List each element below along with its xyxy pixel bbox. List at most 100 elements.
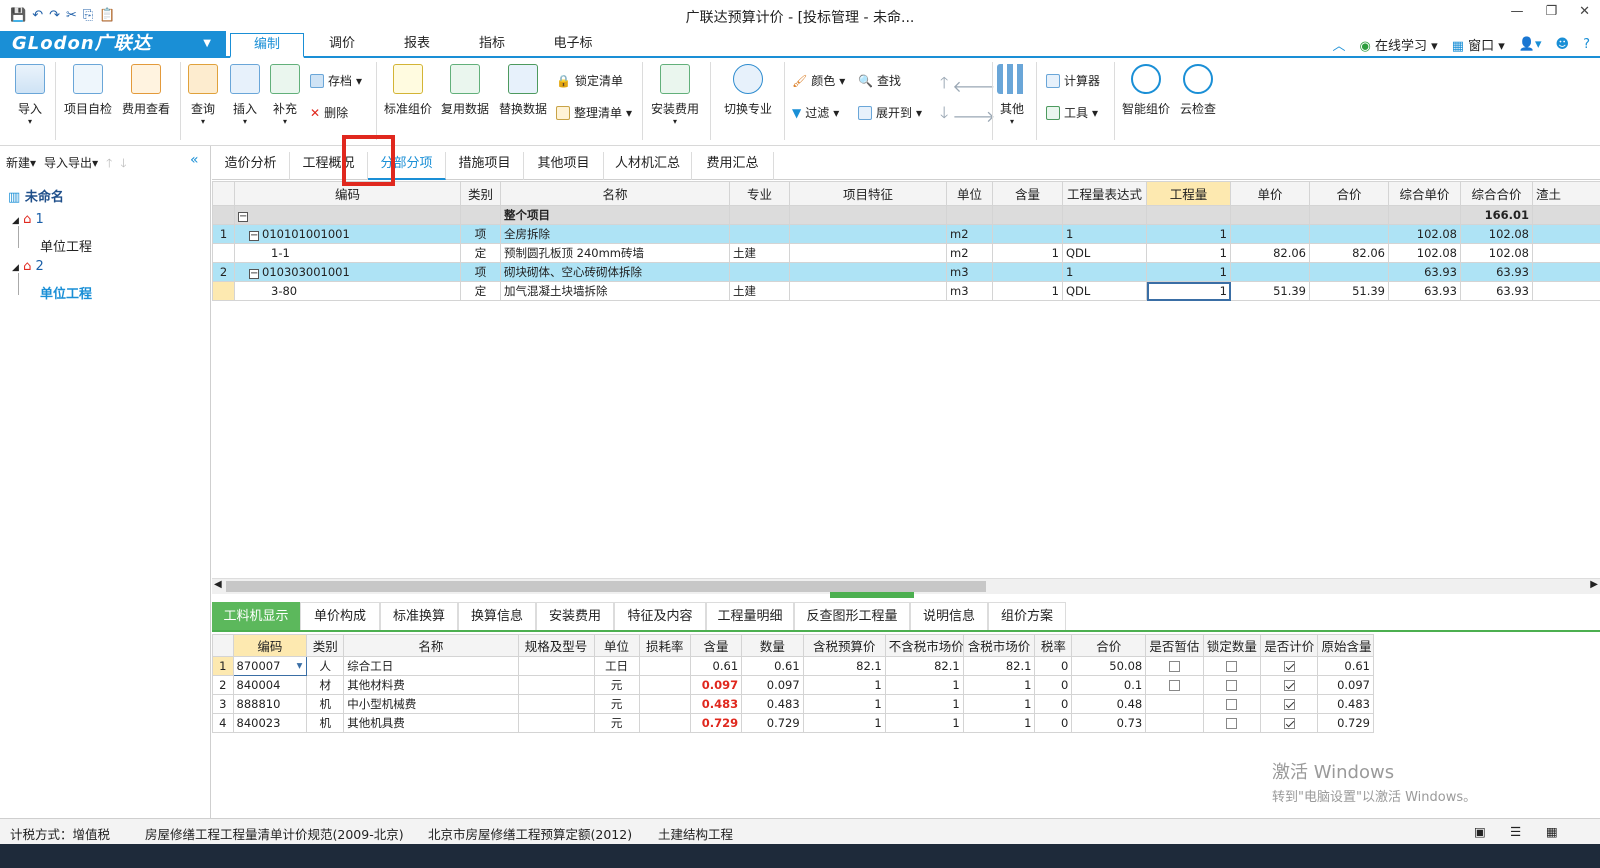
grid-header[interactable]: 单位 bbox=[946, 181, 993, 206]
original-content-cell[interactable]: 0.729 bbox=[1317, 713, 1374, 733]
composite-price-cell[interactable]: 102.08 bbox=[1388, 243, 1461, 263]
loss-rate-cell[interactable] bbox=[638, 675, 691, 695]
archive-button[interactable]: 存档 ▾ bbox=[310, 72, 362, 89]
major-cell[interactable]: 土建 bbox=[729, 243, 790, 263]
amount-cell[interactable]: 0.1 bbox=[1071, 675, 1147, 695]
major-cell[interactable] bbox=[729, 224, 790, 244]
lock-qty-check[interactable] bbox=[1202, 713, 1262, 733]
tab-pricing-scheme[interactable]: 组价方案 bbox=[988, 602, 1066, 630]
bill-item-row[interactable]: 2−010303001001 项砌块砌体、空心砖砌体拆除 m3 1 1 63.93 63.9… bbox=[212, 262, 1600, 282]
collapse-ribbon-icon[interactable]: ︿ bbox=[1333, 35, 1346, 54]
collapse-panel-icon[interactable]: « bbox=[190, 152, 199, 168]
checkbox[interactable] bbox=[1168, 680, 1180, 691]
expr-cell[interactable]: QDL bbox=[1062, 243, 1147, 263]
grid-header[interactable]: 编码 bbox=[232, 634, 308, 657]
content-cell[interactable]: 0.729 bbox=[689, 713, 743, 733]
tree-node-1[interactable]: ◢ ⌂ 1 bbox=[12, 212, 44, 227]
menu-tab-report[interactable]: 报表 bbox=[380, 33, 454, 58]
grid-header[interactable]: 单价 bbox=[1230, 181, 1310, 206]
filter-button[interactable]: ▼ 过滤 ▾ bbox=[792, 104, 839, 121]
move-down-icon[interactable]: 🡓 bbox=[940, 102, 948, 129]
tax-rate-cell[interactable]: 0 bbox=[1034, 713, 1073, 733]
scroll-right-icon[interactable]: ▶ bbox=[1590, 579, 1598, 590]
grid-header[interactable]: 工程量 bbox=[1146, 181, 1231, 206]
type-cell[interactable]: 材 bbox=[306, 675, 345, 695]
grid-header[interactable]: 工程量表达式 bbox=[1062, 181, 1147, 206]
content-cell[interactable]: 0.097 bbox=[689, 675, 743, 695]
amount-cell[interactable]: 51.39 bbox=[1309, 281, 1389, 301]
checkbox[interactable] bbox=[1226, 718, 1238, 729]
grid-header[interactable]: 原始含量 bbox=[1317, 634, 1374, 657]
tax-market-price-cell[interactable]: 1 bbox=[962, 675, 1036, 695]
grid-header[interactable]: 专业 bbox=[729, 181, 790, 206]
other-button[interactable]: 其他 ▾ bbox=[996, 64, 1028, 126]
amount-cell[interactable] bbox=[1309, 224, 1389, 244]
grid-header[interactable]: 综合单价 bbox=[1388, 181, 1461, 206]
priced-check[interactable] bbox=[1260, 713, 1319, 733]
expr-cell[interactable]: QDL bbox=[1062, 281, 1147, 301]
grid-header[interactable]: 合价 bbox=[1071, 634, 1147, 657]
tab-fee-summary[interactable]: 费用汇总 bbox=[692, 152, 774, 180]
tab-cost-analysis[interactable]: 造价分析 bbox=[212, 152, 290, 180]
self-check-button[interactable]: 项目自检 bbox=[62, 64, 114, 117]
name-cell[interactable]: 预制圆孔板顶 240mm砖墙 bbox=[500, 243, 730, 263]
loss-rate-cell[interactable] bbox=[638, 656, 691, 676]
checkbox[interactable] bbox=[1226, 661, 1238, 672]
estimate-check[interactable] bbox=[1145, 713, 1204, 733]
code-cell[interactable]: 840004 bbox=[232, 675, 308, 695]
original-content-cell[interactable]: 0.097 bbox=[1317, 675, 1374, 695]
feature-cell[interactable] bbox=[789, 262, 947, 282]
quota-row[interactable]: 1-1 定预制圆孔板顶 240mm砖墙 土建 m2 1 QDL 1 82.06 82.06 102… bbox=[212, 243, 1600, 263]
import-export-button[interactable]: 导入导出▾ bbox=[44, 154, 98, 175]
composite-amount-cell[interactable]: 102.08 bbox=[1460, 224, 1533, 244]
smart-price-button[interactable]: 智能组价 bbox=[1120, 64, 1172, 117]
grid-header[interactable]: 数量 bbox=[741, 634, 804, 657]
grid-header[interactable]: 名称 bbox=[343, 634, 519, 657]
checkbox[interactable] bbox=[1283, 699, 1295, 710]
list-view-icon[interactable]: ☰ bbox=[1510, 824, 1521, 839]
grid-header[interactable]: 合价 bbox=[1309, 181, 1389, 206]
checkbox[interactable] bbox=[1283, 661, 1295, 672]
name-cell[interactable]: 全房拆除 bbox=[500, 224, 730, 244]
expr-cell[interactable]: 1 bbox=[1062, 262, 1147, 282]
ex-tax-market-price-cell[interactable]: 1 bbox=[884, 694, 964, 714]
spec-cell[interactable] bbox=[517, 656, 595, 676]
feature-cell[interactable] bbox=[789, 243, 947, 263]
cell[interactable] bbox=[1532, 224, 1600, 244]
switch-major-button[interactable]: 切换专业 bbox=[718, 64, 778, 117]
grid-header[interactable]: 是否暂估 bbox=[1145, 634, 1204, 657]
cell[interactable] bbox=[1532, 281, 1600, 301]
type-cell[interactable]: 定 bbox=[460, 281, 501, 301]
grid-header[interactable]: 含税预算价 bbox=[802, 634, 886, 657]
composite-price-cell[interactable]: 63.93 bbox=[1388, 262, 1461, 282]
priced-check[interactable] bbox=[1260, 656, 1319, 676]
window-menu-button[interactable]: ▦ 窗口 ▾ bbox=[1452, 35, 1505, 54]
type-cell[interactable]: 项 bbox=[460, 262, 501, 282]
lock-list-button[interactable]: 🔒 锁定清单 bbox=[556, 72, 623, 89]
tree-root[interactable]: ▥ 未命名 bbox=[8, 186, 64, 205]
composite-amount-cell[interactable]: 102.08 bbox=[1460, 243, 1533, 263]
original-content-cell[interactable]: 0.483 bbox=[1317, 694, 1374, 714]
tab-other-items[interactable]: 其他项目 bbox=[524, 152, 604, 180]
tree-leaf-2-selected[interactable]: 单位工程 bbox=[40, 283, 92, 302]
unit-cell[interactable]: m3 bbox=[946, 262, 993, 282]
feature-cell[interactable] bbox=[789, 224, 947, 244]
supplement-button[interactable]: 补充 ▾ bbox=[268, 64, 302, 126]
grid-view-icon[interactable]: ▦ bbox=[1546, 824, 1558, 839]
grid-header[interactable]: 单位 bbox=[593, 634, 640, 657]
content-cell[interactable]: 1 bbox=[992, 243, 1063, 263]
amount-cell[interactable]: 82.06 bbox=[1309, 243, 1389, 263]
collapse-toggle-icon[interactable]: − bbox=[249, 269, 259, 279]
estimate-check[interactable] bbox=[1145, 675, 1204, 695]
quota-row[interactable]: 3-80 定加气混凝土块墙拆除 土建 m3 1 QDL 1 51.39 51.39 63.93 63… bbox=[212, 281, 1600, 301]
code-cell[interactable]: 840023 bbox=[232, 713, 308, 733]
grid-header[interactable]: 含量 bbox=[689, 634, 743, 657]
find-button[interactable]: 🔍 查找 bbox=[858, 72, 901, 89]
lock-qty-check[interactable] bbox=[1202, 656, 1262, 676]
original-content-cell[interactable]: 0.61 bbox=[1317, 656, 1374, 676]
name-cell[interactable]: 综合工日 bbox=[343, 656, 519, 676]
quantity-cell[interactable]: 0.729 bbox=[741, 713, 804, 733]
user-icon[interactable]: 👤▾ bbox=[1519, 37, 1542, 52]
tree-node-2[interactable]: ◢ ⌂ 2 bbox=[12, 259, 44, 274]
unit-price-cell[interactable]: 51.39 bbox=[1230, 281, 1310, 301]
